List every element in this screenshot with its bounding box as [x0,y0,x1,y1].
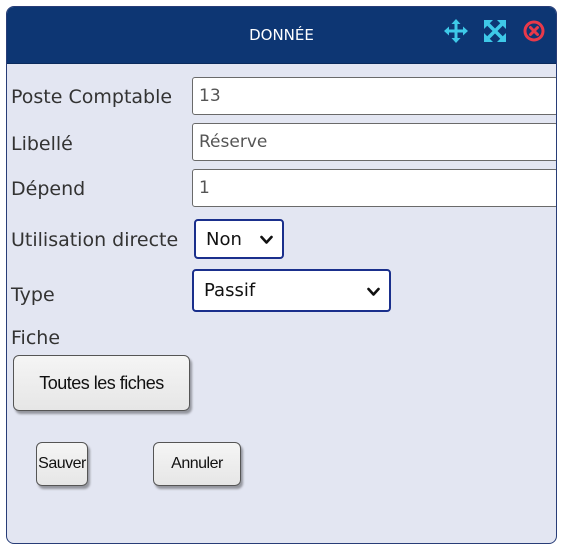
poste-comptable-label: Poste Comptable [11,86,173,108]
utilisation-directe-select[interactable]: Non [194,219,284,259]
donnee-dialog: DONNÉE Poste Comptable 13 Libellé Réserv… [6,6,557,544]
libelle-label: Libellé [11,133,73,155]
type-value: Passif [204,280,256,301]
dialog-title: DONNÉE [249,26,314,44]
close-icon[interactable] [522,19,546,48]
libelle-input[interactable] [192,123,556,161]
utilisation-directe-value: Non [206,228,242,250]
toutes-les-fiches-button[interactable]: Toutes les fiches [13,355,190,411]
dialog-titlebar[interactable]: DONNÉE [7,7,556,64]
annuler-button[interactable]: Annuler [153,442,241,486]
poste-comptable-input[interactable] [192,77,556,115]
type-select[interactable]: Passif [192,269,391,312]
utilisation-directe-label: Utilisation directe [11,229,179,251]
move-icon[interactable] [444,19,468,48]
depend-input[interactable] [192,169,556,207]
sauver-button[interactable]: Sauver [36,442,88,486]
chevron-down-icon [260,229,273,250]
expand-icon[interactable] [483,19,507,48]
depend-label: Dépend [11,178,86,200]
fiche-label: Fiche [11,327,61,349]
chevron-down-icon [367,280,380,301]
type-label: Type [11,284,55,306]
